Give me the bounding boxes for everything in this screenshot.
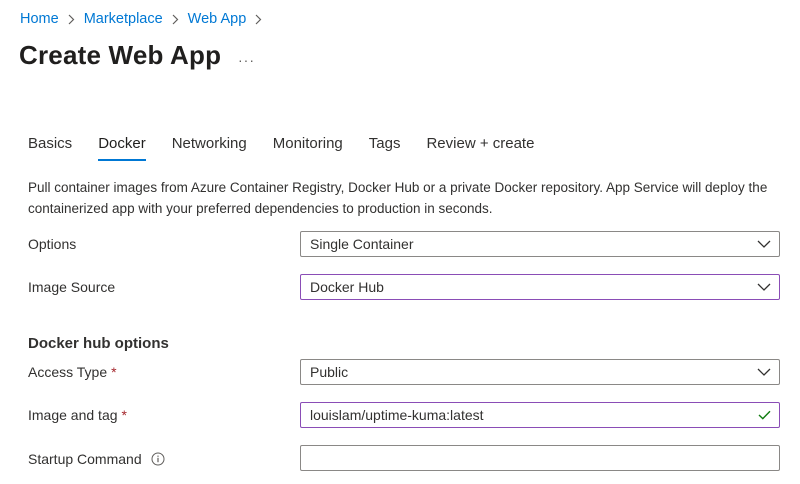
chevron-down-icon bbox=[749, 283, 779, 291]
startup-command-label-text: Startup Command bbox=[28, 451, 142, 467]
docker-description: Pull container images from Azure Contain… bbox=[28, 180, 768, 216]
options-label-text: Options bbox=[28, 236, 77, 252]
access-type-label-text: Access Type bbox=[28, 364, 108, 380]
options-dropdown[interactable]: Single Container bbox=[300, 231, 780, 257]
image-tag-input-value: louislam/uptime-kuma:latest bbox=[310, 407, 484, 423]
chevron-right-icon bbox=[172, 14, 179, 25]
checkmark-icon bbox=[749, 410, 779, 420]
chevron-down-icon bbox=[749, 368, 779, 376]
image-tag-input[interactable]: louislam/uptime-kuma:latest bbox=[300, 402, 780, 428]
options-dropdown-value: Single Container bbox=[310, 236, 414, 252]
chevron-right-icon bbox=[68, 14, 75, 25]
image-source-dropdown[interactable]: Docker Hub bbox=[300, 274, 780, 300]
breadcrumb-home-link[interactable]: Home bbox=[20, 11, 59, 27]
tab-review-create[interactable]: Review + create bbox=[426, 135, 534, 161]
tab-docker[interactable]: Docker bbox=[98, 135, 146, 161]
tab-tags[interactable]: Tags bbox=[369, 135, 401, 161]
image-source-label: Image Source bbox=[28, 279, 115, 295]
breadcrumb-marketplace-link[interactable]: Marketplace bbox=[84, 11, 163, 27]
startup-command-input[interactable] bbox=[300, 445, 780, 471]
image-source-dropdown-value: Docker Hub bbox=[310, 279, 384, 295]
image-tag-label: Image and tag * bbox=[28, 407, 127, 423]
access-type-dropdown[interactable]: Public bbox=[300, 359, 780, 385]
breadcrumb-web-app-link[interactable]: Web App bbox=[188, 11, 247, 27]
docker-hub-options-heading: Docker hub options bbox=[28, 335, 169, 352]
page-title: Create Web App bbox=[19, 40, 222, 70]
more-actions-button[interactable]: ··· bbox=[238, 52, 255, 68]
access-type-label: Access Type * bbox=[28, 364, 117, 380]
chevron-down-icon bbox=[749, 240, 779, 248]
required-marker: * bbox=[111, 364, 117, 380]
image-tag-label-text: Image and tag bbox=[28, 407, 118, 423]
startup-command-label: Startup Command bbox=[28, 451, 165, 467]
chevron-right-icon bbox=[255, 14, 262, 25]
image-source-label-text: Image Source bbox=[28, 279, 116, 295]
breadcrumb: Home Marketplace Web App bbox=[20, 11, 262, 27]
tab-bar: Basics Docker Networking Monitoring Tags… bbox=[28, 135, 534, 161]
create-web-app-page: Home Marketplace Web App Create Web App … bbox=[0, 0, 800, 484]
access-type-dropdown-value: Public bbox=[310, 364, 349, 380]
tab-networking[interactable]: Networking bbox=[172, 135, 247, 161]
options-label: Options bbox=[28, 236, 76, 252]
required-marker: * bbox=[121, 407, 127, 423]
tab-monitoring[interactable]: Monitoring bbox=[273, 135, 343, 161]
info-icon[interactable] bbox=[151, 452, 165, 466]
tab-basics[interactable]: Basics bbox=[28, 135, 72, 161]
